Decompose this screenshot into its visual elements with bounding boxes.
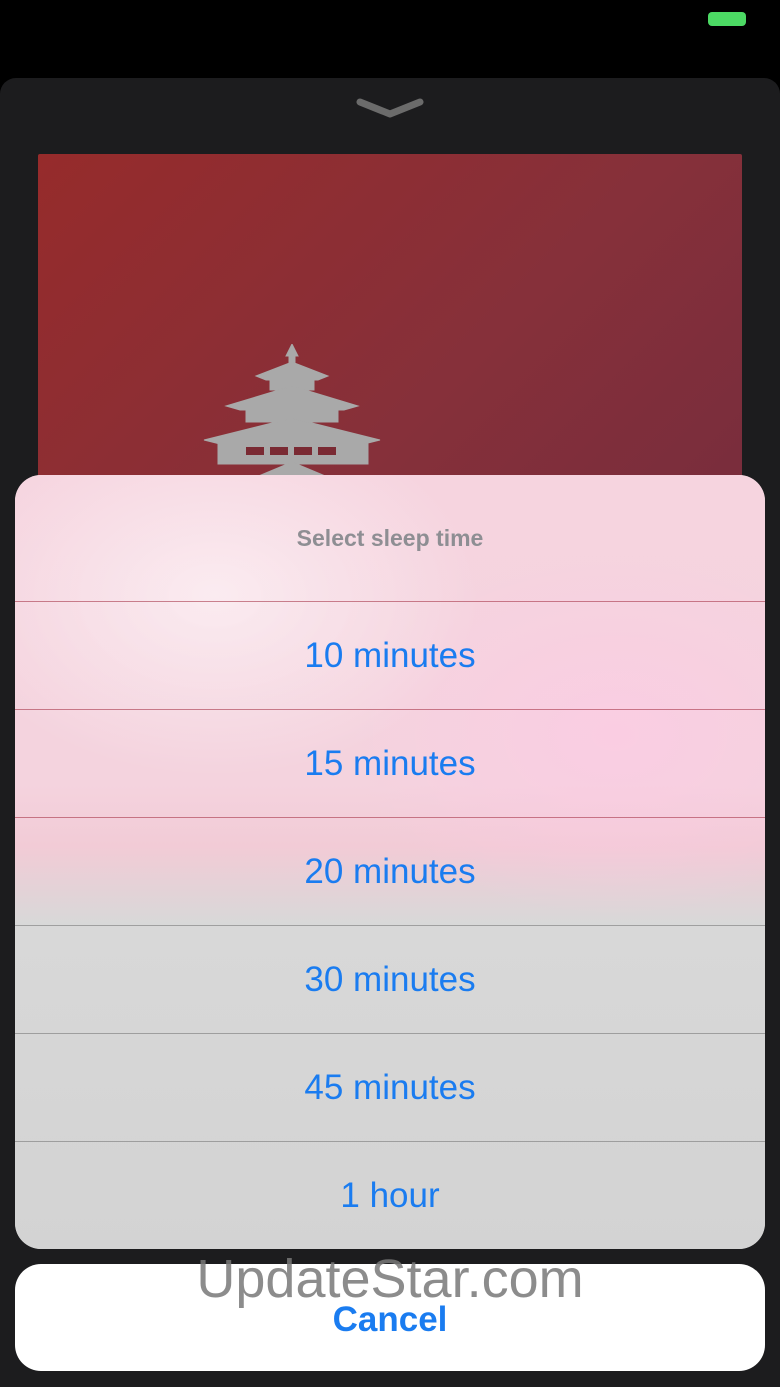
option-1-hour[interactable]: 1 hour — [15, 1141, 765, 1249]
option-30-minutes[interactable]: 30 minutes — [15, 925, 765, 1033]
cancel-button[interactable]: Cancel — [15, 1264, 765, 1371]
option-45-minutes[interactable]: 45 minutes — [15, 1033, 765, 1141]
status-bar — [0, 0, 780, 60]
sleep-timer-action-sheet: Select sleep time 10 minutes 15 minutes … — [15, 475, 765, 1249]
option-15-minutes[interactable]: 15 minutes — [15, 709, 765, 817]
option-20-minutes[interactable]: 20 minutes — [15, 817, 765, 925]
battery-icon — [708, 12, 746, 26]
sheet-title: Select sleep time — [296, 524, 484, 551]
option-10-minutes[interactable]: 10 minutes — [15, 601, 765, 709]
chevron-down-icon[interactable] — [356, 96, 424, 120]
sleep-time-options: 10 minutes 15 minutes 20 minutes 30 minu… — [15, 601, 765, 1249]
screen: Select sleep time 10 minutes 15 minutes … — [0, 0, 780, 1387]
cancel-label: Cancel — [332, 1299, 448, 1339]
